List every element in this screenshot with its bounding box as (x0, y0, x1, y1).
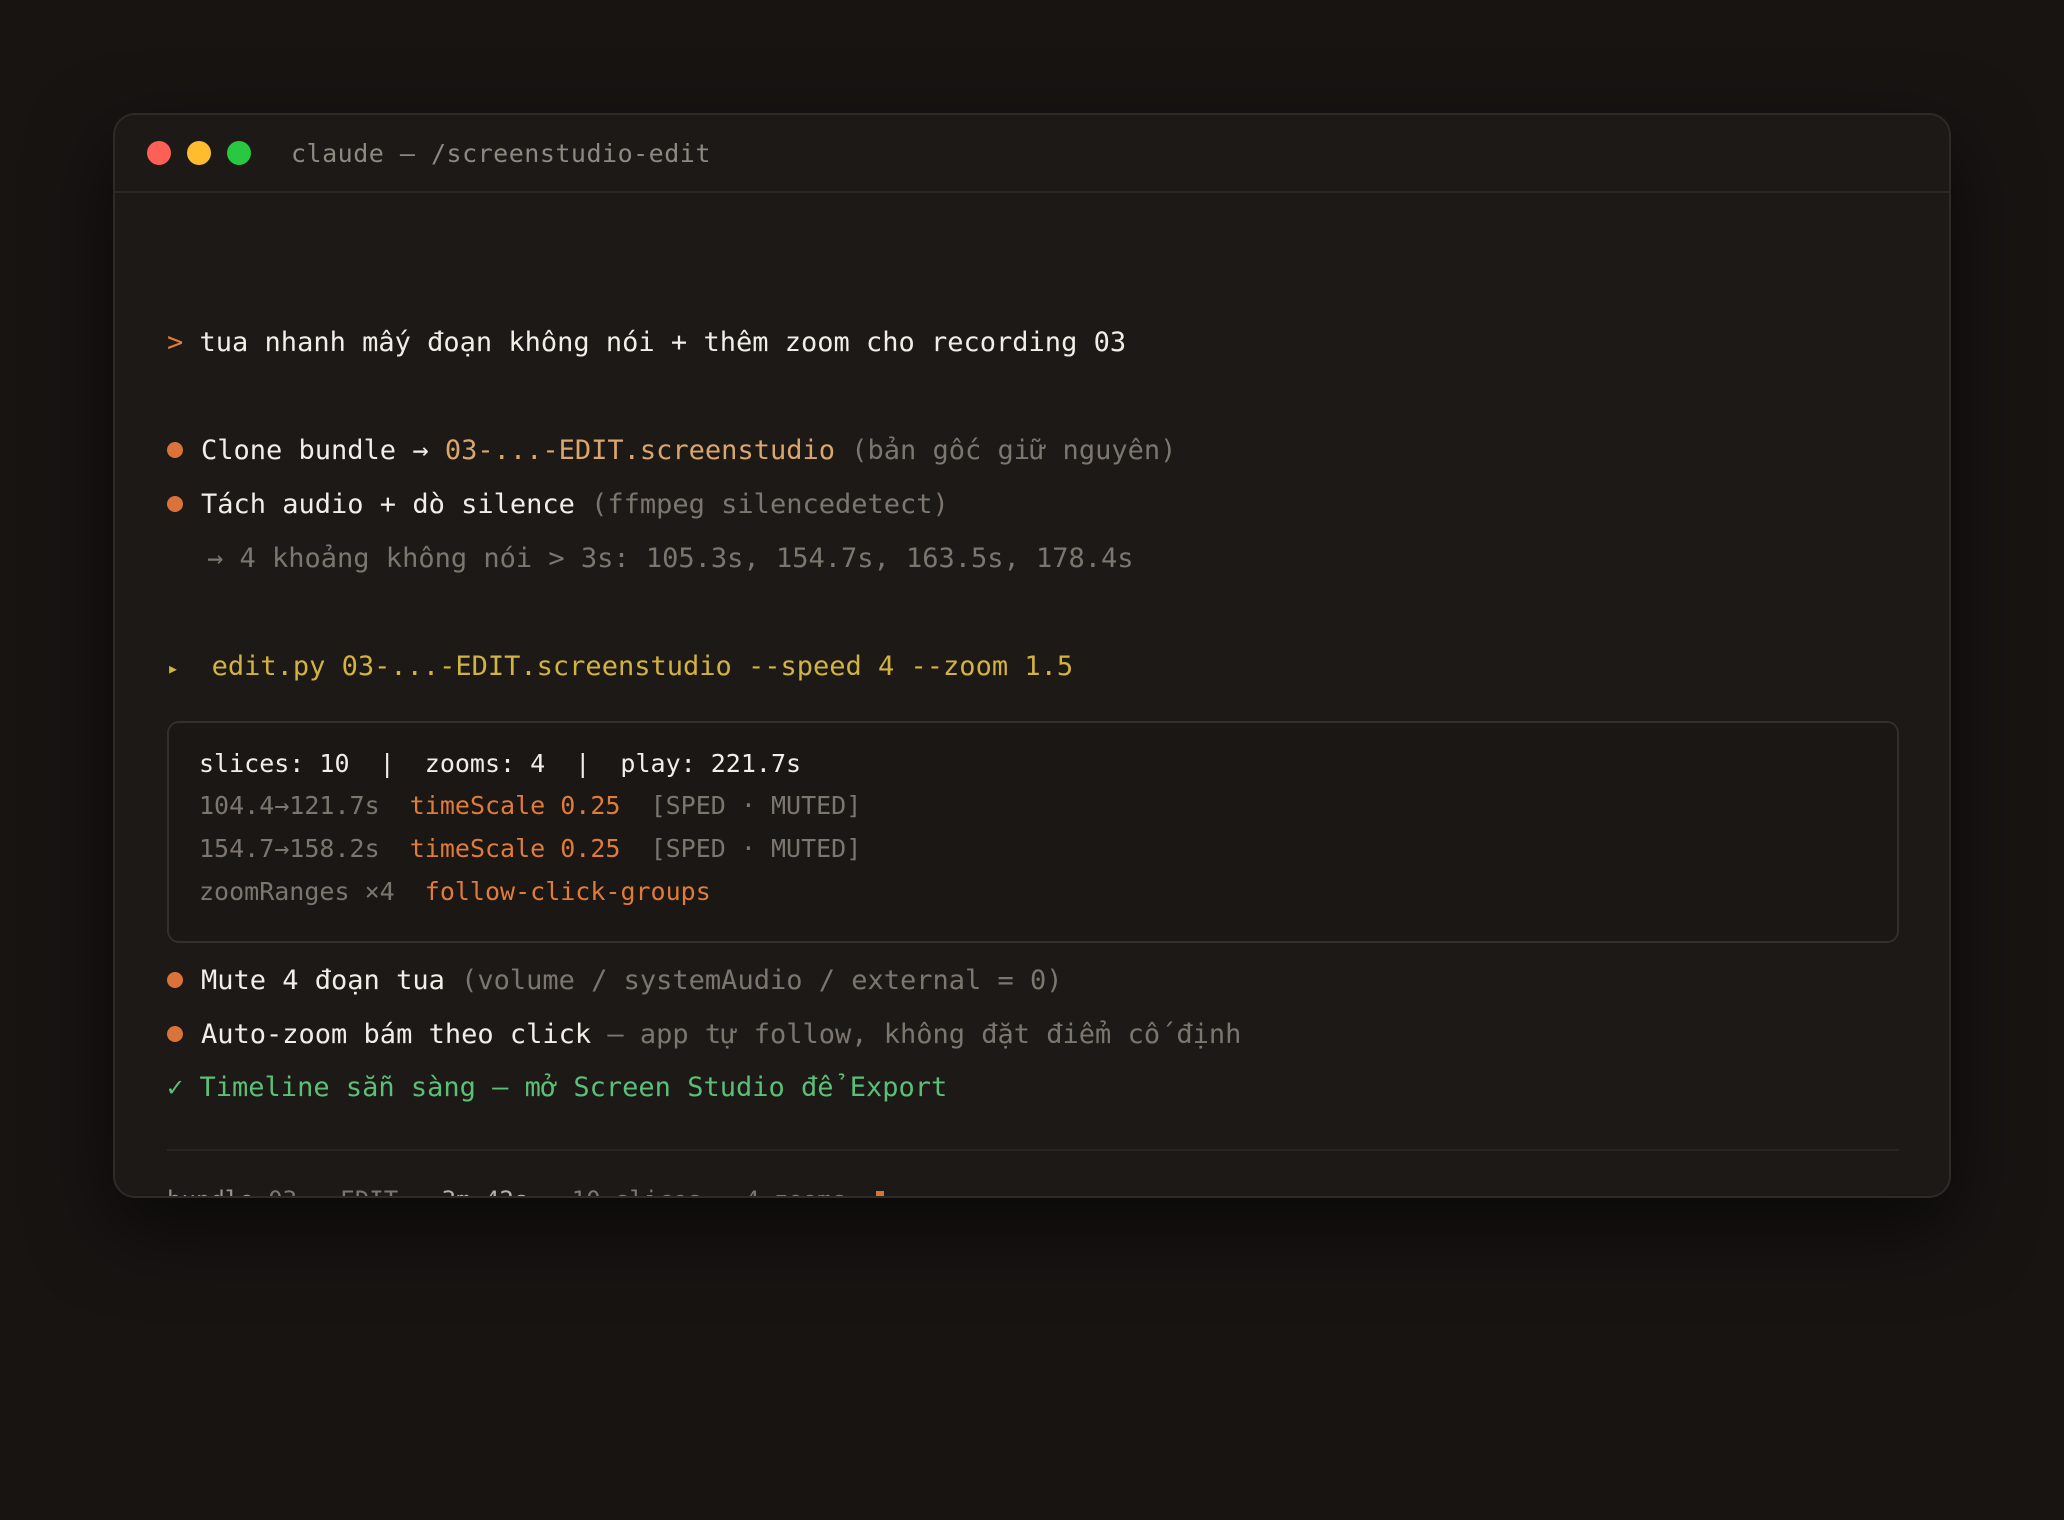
command-output-box: slices: 10 | zooms: 4 | play: 221.7s 104… (167, 721, 1899, 943)
step-main: Clone bundle → (201, 435, 445, 466)
command-line: ▸ edit.py 03-...-EDIT.screenstudio --spe… (167, 649, 1073, 686)
divider (167, 1149, 1899, 1151)
step-main: Tách audio + dò silence (201, 489, 575, 520)
status-bar: bundle 03-…-EDIT 3m 42s · 10 slices · 4 … (167, 1183, 885, 1196)
done-line: ✓ Timeline sẵn sàng — mở Screen Studio đ… (167, 1070, 947, 1106)
prompt-symbol: > (167, 327, 184, 358)
step-main: Mute 4 đoạn tua (201, 965, 445, 996)
step-note: — app tự follow, không đặt điểm cố định (591, 1019, 1242, 1050)
zoom-label: zoomRanges ×4 (199, 877, 395, 906)
step-main: Auto-zoom bám theo click (201, 1019, 592, 1050)
output-zoom-row: zoomRanges ×4 follow-click-groups (199, 875, 711, 909)
command-text: edit.py 03-...-EDIT.screenstudio --speed… (211, 651, 1074, 682)
status-label: bundle (167, 1186, 254, 1196)
step-note: (bản gốc giữ nguyên) (834, 435, 1177, 466)
maximize-window-button[interactable] (227, 141, 251, 165)
title-bar: claude — /screenstudio-edit (115, 115, 1949, 193)
prompt-text: tua nhanh mấy đoạn không nói + thêm zoom… (199, 327, 1127, 358)
terminal-window: claude — /screenstudio-edit > tua nhanh … (113, 113, 1951, 1198)
output-row: 154.7→158.2s timeScale 0.25 [SPED · MUTE… (199, 832, 861, 866)
cursor-icon (876, 1191, 885, 1196)
row-key: timeScale 0.25 (409, 834, 621, 863)
output-summary: slices: 10 | zooms: 4 | play: 221.7s (199, 749, 802, 778)
window-title: claude — /screenstudio-edit (291, 138, 711, 168)
step-highlight: 03-...-EDIT.screenstudio (444, 435, 835, 466)
bullet-dot-icon (167, 971, 183, 988)
step-clone-bundle: Clone bundle → 03-...-EDIT.screenstudio … (167, 433, 1176, 469)
step-auto-zoom: Auto-zoom bám theo click — app tự follow… (167, 1017, 1241, 1053)
step-split-audio: Tách audio + dò silence (ffmpeg silenced… (167, 487, 949, 523)
step-mute: Mute 4 đoạn tua (volume / systemAudio / … (167, 963, 1063, 999)
bullet-dot-icon (167, 495, 183, 512)
status-duration: 3m 42s (442, 1186, 529, 1196)
row-range: 154.7→158.2s (199, 834, 380, 863)
close-window-button[interactable] (147, 141, 171, 165)
status-bundle: 03-…-EDIT (268, 1186, 398, 1196)
step-note: (volume / systemAudio / external = 0) (444, 965, 1063, 996)
user-prompt: > tua nhanh mấy đoạn không nói + thêm zo… (167, 325, 1126, 361)
zoom-value: follow-click-groups (424, 877, 711, 906)
silence-result: → 4 khoảng không nói > 3s: 105.3s, 154.7… (207, 543, 1134, 574)
bullet-dot-icon (167, 1025, 183, 1042)
status-details: · 10 slices · 4 zooms (543, 1186, 846, 1196)
minimize-window-button[interactable] (187, 141, 211, 165)
done-text: Timeline sẵn sàng — mở Screen Studio để … (199, 1072, 948, 1103)
command-symbol: ▸ (167, 656, 180, 680)
step-note: (ffmpeg silencedetect) (574, 489, 949, 520)
bullet-dot-icon (167, 441, 183, 458)
output-row: 104.4→121.7s timeScale 0.25 [SPED · MUTE… (199, 789, 861, 823)
row-key: timeScale 0.25 (409, 791, 621, 820)
row-tag: [SPED · MUTED] (650, 791, 862, 820)
row-range: 104.4→121.7s (199, 791, 380, 820)
row-tag: [SPED · MUTED] (650, 834, 862, 863)
check-icon: ✓ (167, 1072, 184, 1103)
